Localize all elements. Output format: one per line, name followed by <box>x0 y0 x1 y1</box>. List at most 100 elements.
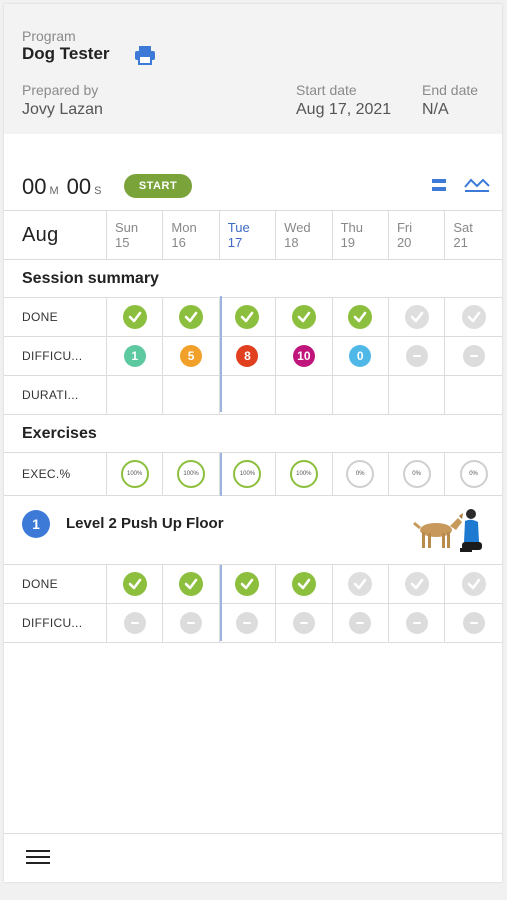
day-cell: 10 <box>276 337 333 375</box>
empty-difficulty-icon[interactable] <box>123 612 146 634</box>
done-check-icon[interactable] <box>122 572 147 596</box>
print-icon[interactable] <box>134 45 156 65</box>
done-check-icon[interactable] <box>291 572 316 596</box>
today-indicator <box>219 296 222 412</box>
empty-difficulty-icon[interactable] <box>405 612 428 634</box>
day-cell[interactable] <box>389 376 446 414</box>
session-done-row: DONE <box>4 297 502 336</box>
empty-difficulty-icon[interactable] <box>349 612 372 634</box>
row-label: DONE <box>4 565 107 603</box>
day-cell: 100% <box>107 453 164 495</box>
chart-view-icon[interactable] <box>464 176 490 192</box>
done-check-icon[interactable] <box>179 305 204 329</box>
day-thu[interactable]: Thu 19 <box>333 211 389 259</box>
day-number: 19 <box>340 235 356 250</box>
day-cell <box>445 298 501 336</box>
exercise-done-row: DONE <box>4 564 502 603</box>
empty-difficulty-icon[interactable] <box>405 345 428 367</box>
day-cell <box>163 565 220 603</box>
day-cell[interactable] <box>445 376 501 414</box>
day-number: 20 <box>396 235 412 250</box>
start-date-value: Aug 17, 2021 <box>296 101 392 118</box>
day-fri[interactable]: Fri 20 <box>389 211 446 259</box>
not-done-check-icon[interactable] <box>461 572 486 596</box>
hamburger-menu-icon[interactable] <box>26 850 50 866</box>
day-name: Tue <box>227 220 250 235</box>
day-cell <box>389 565 446 603</box>
exercise-number-badge: 1 <box>22 510 50 538</box>
difficulty-badge[interactable]: 5 <box>180 345 203 367</box>
exercise-item[interactable]: 1 Level 2 Push Up Floor <box>4 495 502 564</box>
day-cell: 0 <box>333 337 389 375</box>
done-check-icon[interactable] <box>291 305 316 329</box>
difficulty-badge[interactable]: 8 <box>236 345 259 367</box>
footer-divider <box>4 833 502 834</box>
day-cell[interactable] <box>107 376 164 414</box>
day-cell <box>107 565 164 603</box>
empty-difficulty-icon[interactable] <box>236 612 259 634</box>
session-duration-row: DURATI... <box>4 375 502 414</box>
day-cell: 100% <box>220 453 277 495</box>
empty-difficulty-icon[interactable] <box>462 612 485 634</box>
exec-percent-row: EXEC.% 100% 100% 100% 100% 0% 0% 0% <box>4 452 502 495</box>
difficulty-badge[interactable]: 10 <box>292 345 315 367</box>
day-cell <box>389 604 446 642</box>
day-name: Fri <box>396 220 413 235</box>
done-check-icon[interactable] <box>122 305 147 329</box>
done-check-icon[interactable] <box>348 305 373 329</box>
today-indicator <box>219 565 222 641</box>
not-done-check-icon[interactable] <box>404 572 429 596</box>
day-name: Sun <box>115 220 139 235</box>
empty-difficulty-icon[interactable] <box>292 612 315 634</box>
row-label: DURATI... <box>4 376 107 414</box>
difficulty-badge[interactable]: 1 <box>123 345 146 367</box>
difficulty-badge[interactable]: 0 <box>349 345 372 367</box>
not-done-check-icon[interactable] <box>348 572 373 596</box>
exercise-name: Level 2 Push Up Floor <box>66 515 224 532</box>
day-cell: 5 <box>163 337 220 375</box>
empty-difficulty-icon[interactable] <box>180 612 203 634</box>
not-done-check-icon[interactable] <box>404 305 429 329</box>
list-view-icon[interactable] <box>432 178 446 192</box>
day-sun[interactable]: Sun 15 <box>107 211 164 259</box>
day-cell: 0% <box>389 453 446 495</box>
day-tue[interactable]: Tue 17 <box>220 211 277 259</box>
execution-percent-badge: 100% <box>233 460 262 488</box>
row-label: DIFFICU... <box>4 604 107 642</box>
day-cell[interactable] <box>276 376 333 414</box>
start-button[interactable]: START <box>124 174 192 198</box>
done-check-icon[interactable] <box>235 572 260 596</box>
day-cell: 0% <box>333 453 389 495</box>
day-cell: 8 <box>220 337 277 375</box>
timer-minutes: 00 <box>22 174 47 199</box>
day-cell <box>107 298 164 336</box>
day-number: 18 <box>284 235 299 250</box>
start-date-label: Start date <box>296 82 357 98</box>
day-cell[interactable] <box>163 376 220 414</box>
day-name: Sat <box>453 220 473 235</box>
day-mon[interactable]: Mon 16 <box>163 211 220 259</box>
timer-minutes-unit: M <box>49 185 59 197</box>
day-number: 21 <box>453 235 468 250</box>
program-name: Dog Tester <box>22 44 110 63</box>
not-done-check-icon[interactable] <box>461 305 486 329</box>
program-header: Program Dog Tester Prepared by Jovy Laza… <box>4 4 502 134</box>
day-cell <box>445 565 501 603</box>
calendar-header-row: Aug Sun 15 Mon 16 Tue 17 Wed 18 Thu 19 Fri 20 … <box>4 210 502 259</box>
day-cell <box>276 604 333 642</box>
day-number: 15 <box>115 235 130 250</box>
day-cell <box>445 604 501 642</box>
day-name: Mon <box>171 220 197 235</box>
row-label: EXEC.% <box>4 453 107 495</box>
done-check-icon[interactable] <box>179 572 204 596</box>
day-sat[interactable]: Sat 21 <box>445 211 501 259</box>
app-frame: Program Dog Tester Prepared by Jovy Laza… <box>4 4 502 882</box>
empty-difficulty-icon[interactable] <box>462 345 485 367</box>
prepared-by-label: Prepared by <box>22 82 99 98</box>
row-label: DIFFICU... <box>4 337 107 375</box>
day-cell[interactable] <box>220 376 277 414</box>
day-wed[interactable]: Wed 18 <box>276 211 333 259</box>
day-cell <box>276 565 333 603</box>
day-cell[interactable] <box>333 376 389 414</box>
done-check-icon[interactable] <box>235 305 260 329</box>
